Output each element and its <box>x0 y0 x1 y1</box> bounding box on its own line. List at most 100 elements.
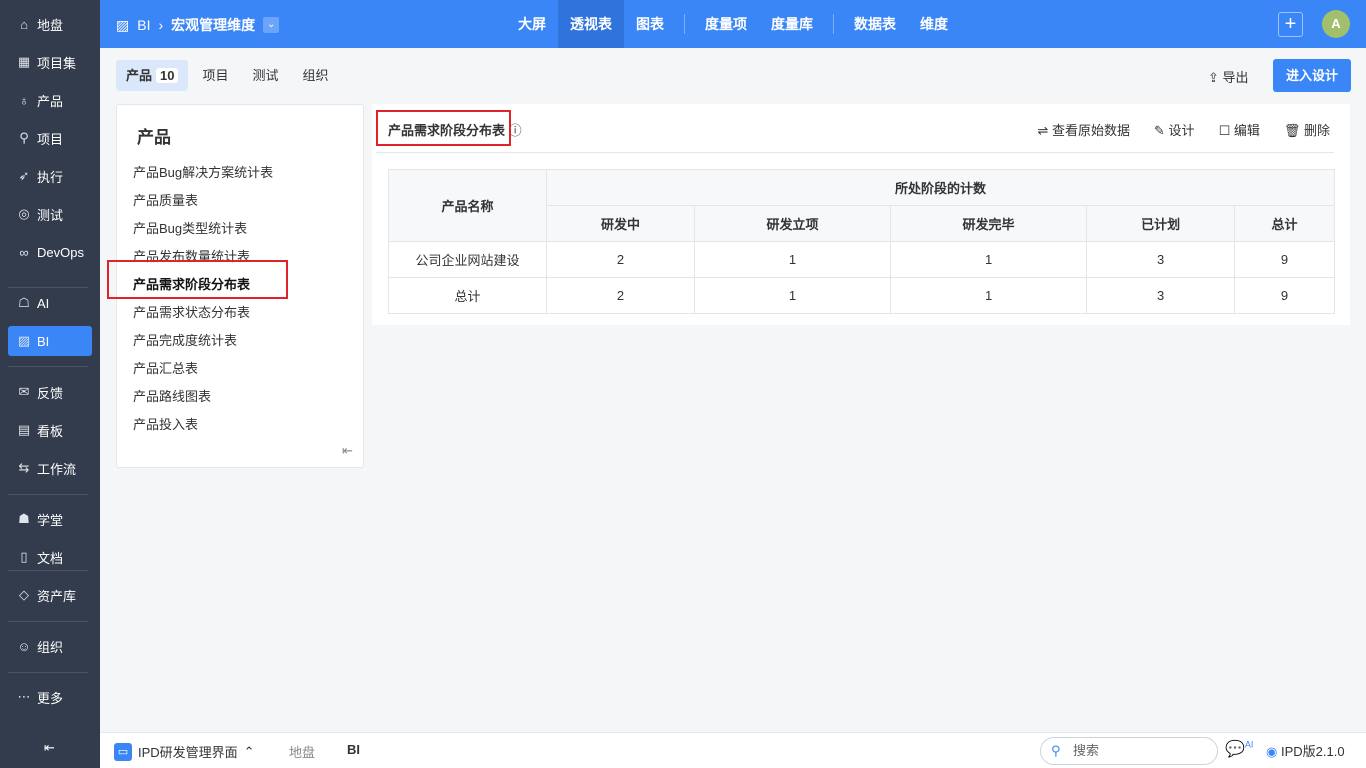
app-name: IPD研发管理界面 <box>138 745 238 760</box>
panel-title: 产品 <box>137 128 171 147</box>
design-button[interactable]: ✎ 设计 <box>1154 120 1195 139</box>
sidebar-item-11[interactable]: ⇆ 工作流 <box>8 453 92 483</box>
app-icon: ▭ <box>114 742 132 761</box>
sidebar-item-0[interactable]: ⌂ 地盘 <box>8 9 92 39</box>
sidebar-item-15[interactable]: ☺ 组织 <box>8 631 92 661</box>
nav-item-1[interactable]: 透视表 <box>558 0 624 48</box>
sidebar-item-7[interactable]: ☖ AI <box>8 288 92 318</box>
sidebar-item-label: AI <box>37 295 50 311</box>
sidebar-item-label: DevOps <box>37 244 84 260</box>
sidebar-item-16[interactable]: ⋯ 更多 <box>8 682 92 712</box>
search-icon: ⚲ <box>1051 743 1061 758</box>
avatar[interactable]: A <box>1322 10 1350 38</box>
sidebar-item-label: 更多 <box>37 690 64 706</box>
report-list-item[interactable]: 产品需求状态分布表 <box>133 302 250 321</box>
bottom-crumb-bi[interactable]: BI <box>347 742 360 757</box>
nav-item-3[interactable]: 度量项 <box>693 0 759 48</box>
export-label: 导出 <box>1222 70 1249 85</box>
cell: 1 <box>693 277 892 314</box>
sidebar-item-8[interactable]: ▨ BI <box>8 326 92 356</box>
home-icon: ⌂ <box>20 16 28 32</box>
nav-item-6[interactable]: 维度 <box>908 0 960 48</box>
report-list-item[interactable]: 产品质量表 <box>133 190 198 209</box>
sidebar-item-5[interactable]: ◎ 测试 <box>8 199 92 229</box>
chevron-up-icon: ⌃ <box>243 743 255 759</box>
collapse-sidebar-icon[interactable]: ⇤ <box>8 733 92 763</box>
grid-icon: ▦ <box>17 54 31 69</box>
sidebar-item-14[interactable]: ◇ 资产库 <box>8 580 92 610</box>
dimension-title: 宏观管理维度 <box>171 17 256 33</box>
run-icon: ➶ <box>18 168 30 183</box>
chart-icon: ▨ <box>17 333 31 348</box>
search-icon: ◎ <box>18 206 30 221</box>
table-row: 总计 2 1 1 3 9 <box>388 277 1335 314</box>
sidebar-item-label: BI <box>37 333 50 349</box>
sidebar-item-6[interactable]: ∞ DevOps <box>8 237 92 267</box>
cell: 2 <box>546 241 695 278</box>
sidebar-item-label: 文档 <box>37 550 64 566</box>
cell: 1 <box>890 277 1088 314</box>
sidebar-item-10[interactable]: ▤ 看板 <box>8 415 92 445</box>
more-icon: ⋯ <box>17 689 31 704</box>
main-nav: 大屏 透视表 图表 度量项 度量库 数据表 维度 <box>506 0 960 48</box>
collapse-panel-icon[interactable]: ⇤ <box>342 443 353 459</box>
tab-project[interactable]: 项目 <box>192 60 238 91</box>
edit-button[interactable]: ☐ 编辑 <box>1219 120 1260 139</box>
sidebar-item-9[interactable]: ✉ 反馈 <box>8 377 92 407</box>
breadcrumb: ▨ BI › 宏观管理维度 ⌄ <box>116 15 280 35</box>
report-list-item[interactable]: 产品完成度统计表 <box>133 330 237 349</box>
sidebar-item-2[interactable]: ♁ 产品 <box>8 85 92 115</box>
view-raw-data-button[interactable]: ⇌ 查看原始数据 <box>1038 120 1131 139</box>
report-panel: 产品需求阶段分布表 ⓘ ⇌ 查看原始数据 ✎ 设计 ☐ 编辑 🗑 删除 产品名称… <box>372 104 1350 325</box>
nav-item-5[interactable]: 数据表 <box>842 0 908 48</box>
col-header: 研发立项 <box>693 205 892 242</box>
report-list-item[interactable]: 产品Bug类型统计表 <box>133 218 247 237</box>
sidebar-item-label: 项目 <box>37 131 64 147</box>
sidebar-item-label: 产品 <box>37 93 64 109</box>
app-switcher[interactable]: ▭ IPD研发管理界面 ⌃ <box>114 742 255 761</box>
add-button[interactable]: + <box>1278 12 1303 37</box>
robot-icon: ☖ <box>18 295 30 310</box>
breadcrumb-module[interactable]: BI <box>137 17 150 33</box>
report-list-item[interactable]: 产品投入表 <box>133 414 198 433</box>
infinity-icon: ∞ <box>19 244 29 260</box>
report-list-item[interactable]: 产品Bug解决方案统计表 <box>133 162 273 181</box>
search-input[interactable]: ⚲ 搜索 <box>1040 737 1218 765</box>
workflow-icon: ⇆ <box>18 460 30 475</box>
logo-icon: ◉ <box>1266 744 1278 759</box>
tab-product[interactable]: 产品 10 <box>116 60 189 91</box>
col-header: 总计 <box>1234 205 1335 242</box>
col-header: 已计划 <box>1086 205 1236 242</box>
nav-item-0[interactable]: 大屏 <box>506 0 558 48</box>
sidebar: ⌂ 地盘 ▦ 项目集 ♁ 产品 ⚲ 项目 ➶ 执行 ◎ 测试 ∞ DevOps ☖ AI ▨ BI ✉ 反馈 ▤ 看板 ⇆ 工… <box>0 0 100 768</box>
sidebar-item-3[interactable]: ⚲ 项目 <box>8 123 92 153</box>
report-list-item[interactable]: 产品路线图表 <box>133 386 211 405</box>
ai-chat-icon[interactable]: 💬AI <box>1225 739 1253 759</box>
cell: 1 <box>890 241 1088 278</box>
col-header: 研发完毕 <box>890 205 1088 242</box>
highlight-box <box>107 260 288 299</box>
diamond-icon: ◇ <box>19 587 29 602</box>
enter-design-button[interactable]: 进入设计 <box>1273 59 1351 92</box>
report-list-item[interactable]: 产品汇总表 <box>133 358 198 377</box>
col-header-name: 产品名称 <box>388 169 547 242</box>
bottom-crumb-home[interactable]: 地盘 <box>289 742 315 761</box>
version-label: ◉ IPD版2.1.0 <box>1266 744 1345 759</box>
tab-org[interactable]: 组织 <box>293 60 339 91</box>
delete-button[interactable]: 🗑 删除 <box>1284 120 1330 139</box>
table-row: 公司企业网站建设 2 1 1 3 9 <box>388 241 1335 278</box>
export-button[interactable]: ⇪ 导出 <box>1208 67 1249 86</box>
top-bar: ▨ BI › 宏观管理维度 ⌄ 大屏 透视表 图表 度量项 度量库 数据表 维度 + A <box>100 0 1366 48</box>
col-header: 研发中 <box>546 205 695 242</box>
row-name: 总计 <box>388 277 547 314</box>
sidebar-item-1[interactable]: ▦ 项目集 <box>8 47 92 77</box>
sidebar-item-12[interactable]: ☗ 学堂 <box>8 504 92 534</box>
cell: 9 <box>1234 241 1335 278</box>
sidebar-item-4[interactable]: ➶ 执行 <box>8 161 92 191</box>
nav-item-4[interactable]: 度量库 <box>759 0 825 48</box>
sidebar-item-label: 资产库 <box>37 588 77 604</box>
nav-item-2[interactable]: 图表 <box>624 0 676 48</box>
sidebar-item-13[interactable]: ▯ 文档 <box>8 542 92 572</box>
chevron-down-icon[interactable]: ⌄ <box>263 17 280 33</box>
tab-test[interactable]: 测试 <box>243 60 289 91</box>
